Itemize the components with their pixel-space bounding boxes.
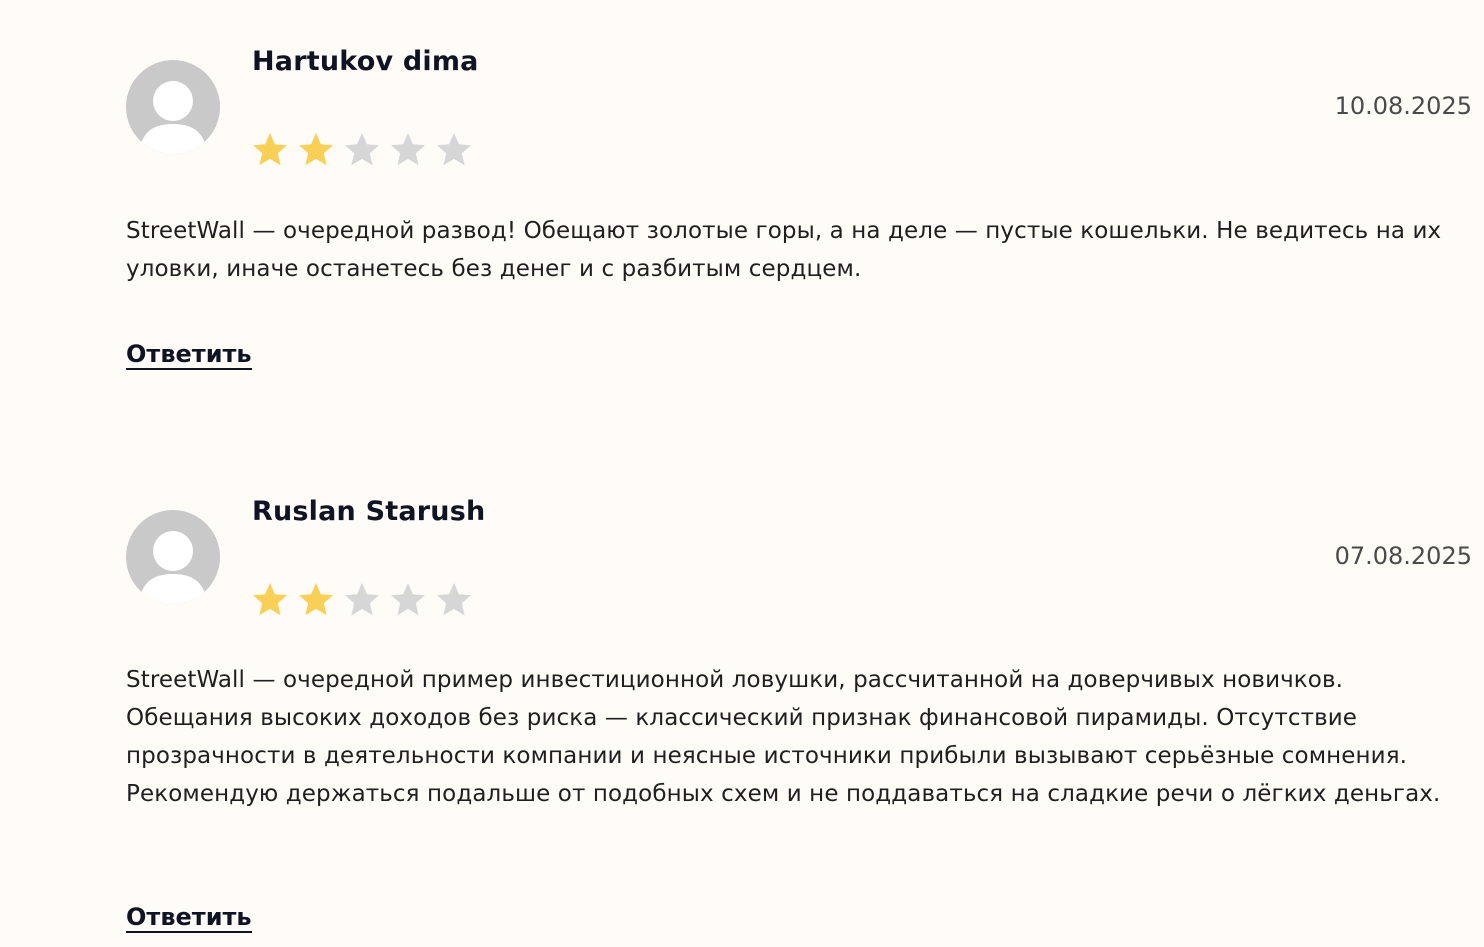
rating-stars <box>250 580 474 620</box>
review-text: StreetWall — очередной развод! Обещают з… <box>126 218 1442 282</box>
star-empty-icon <box>345 583 379 616</box>
review-date: 07.08.2025 <box>1334 542 1472 570</box>
star-filled-icon <box>299 133 333 166</box>
avatar-placeholder-icon <box>126 510 220 604</box>
review-author: Hartukov dima <box>252 46 479 77</box>
reply-link[interactable]: Ответить <box>126 903 252 933</box>
star-filled-icon <box>299 583 333 616</box>
avatar-placeholder-icon <box>126 60 220 154</box>
reply-link[interactable]: Ответить <box>126 340 252 370</box>
star-filled-icon <box>253 583 287 616</box>
star-empty-icon <box>391 133 425 166</box>
rating-stars <box>250 130 474 170</box>
review-text: StreetWall — очередной пример инвестицио… <box>126 667 1441 807</box>
star-empty-icon <box>391 583 425 616</box>
review-author: Ruslan Starush <box>252 496 486 527</box>
review-date: 10.08.2025 <box>1334 92 1472 120</box>
star-empty-icon <box>437 583 471 616</box>
star-filled-icon <box>253 133 287 166</box>
star-empty-icon <box>437 133 471 166</box>
star-empty-icon <box>345 133 379 166</box>
